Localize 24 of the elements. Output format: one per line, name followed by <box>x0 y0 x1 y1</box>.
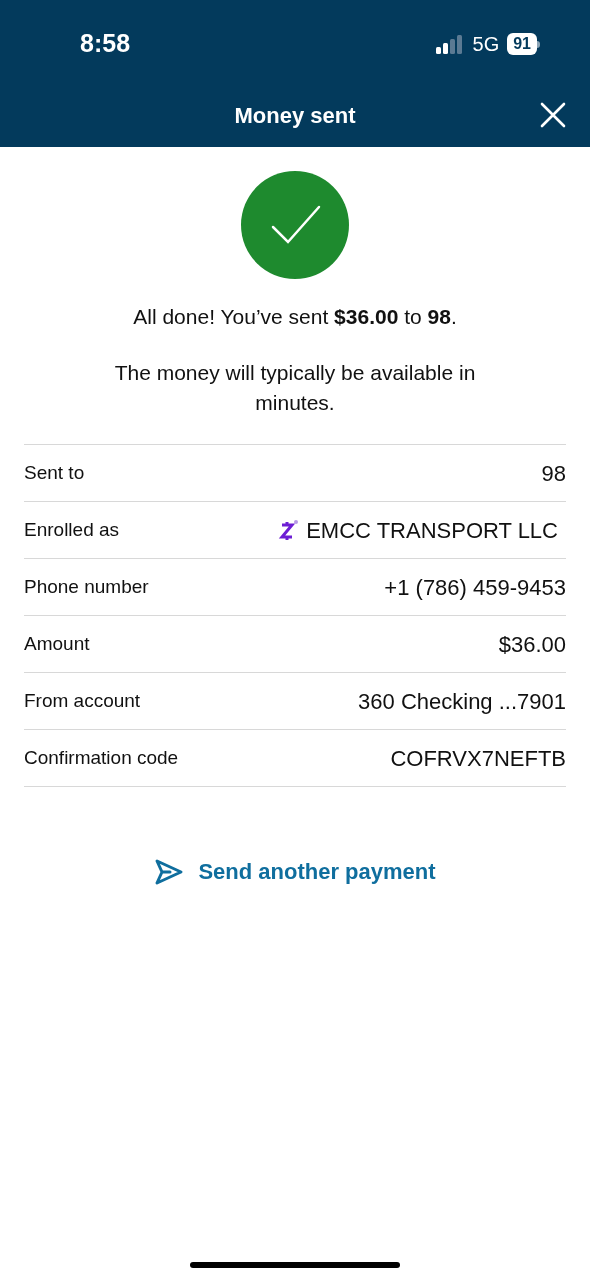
availability-message: The money will typically be available in minutes. <box>113 360 477 416</box>
detail-value: $36.00 <box>498 630 566 659</box>
detail-value: +1 (786) 459-9453 <box>384 573 566 602</box>
zelle-logo-icon <box>278 518 301 542</box>
confirmation-message: All done! You’ve sent $36.00 to 98. <box>132 304 458 330</box>
detail-label: Enrolled as <box>24 517 120 542</box>
detail-value: 98 <box>541 459 566 488</box>
detail-label: From account <box>24 688 141 713</box>
signal-icon <box>434 34 465 54</box>
detail-value: 360 Checking ...7901 <box>358 687 566 716</box>
close-icon[interactable] <box>540 102 566 128</box>
status-time: 8:58 <box>80 28 131 60</box>
detail-label: Phone number <box>24 574 149 599</box>
battery-icon: 91 <box>507 33 540 55</box>
network-label: 5G <box>472 32 500 57</box>
detail-label: Confirmation code <box>24 745 179 770</box>
send-icon <box>154 857 185 886</box>
detail-label: Sent to <box>24 460 85 485</box>
detail-value: COFRVX7NEFTB <box>390 744 566 773</box>
detail-label: Amount <box>24 631 90 656</box>
checkmark-icon <box>241 171 349 279</box>
screen-title: Money sent <box>234 102 356 130</box>
detail-value: EMCC TRANSPORT LLC <box>306 516 558 545</box>
send-another-payment-link[interactable]: Send another payment <box>154 855 436 888</box>
